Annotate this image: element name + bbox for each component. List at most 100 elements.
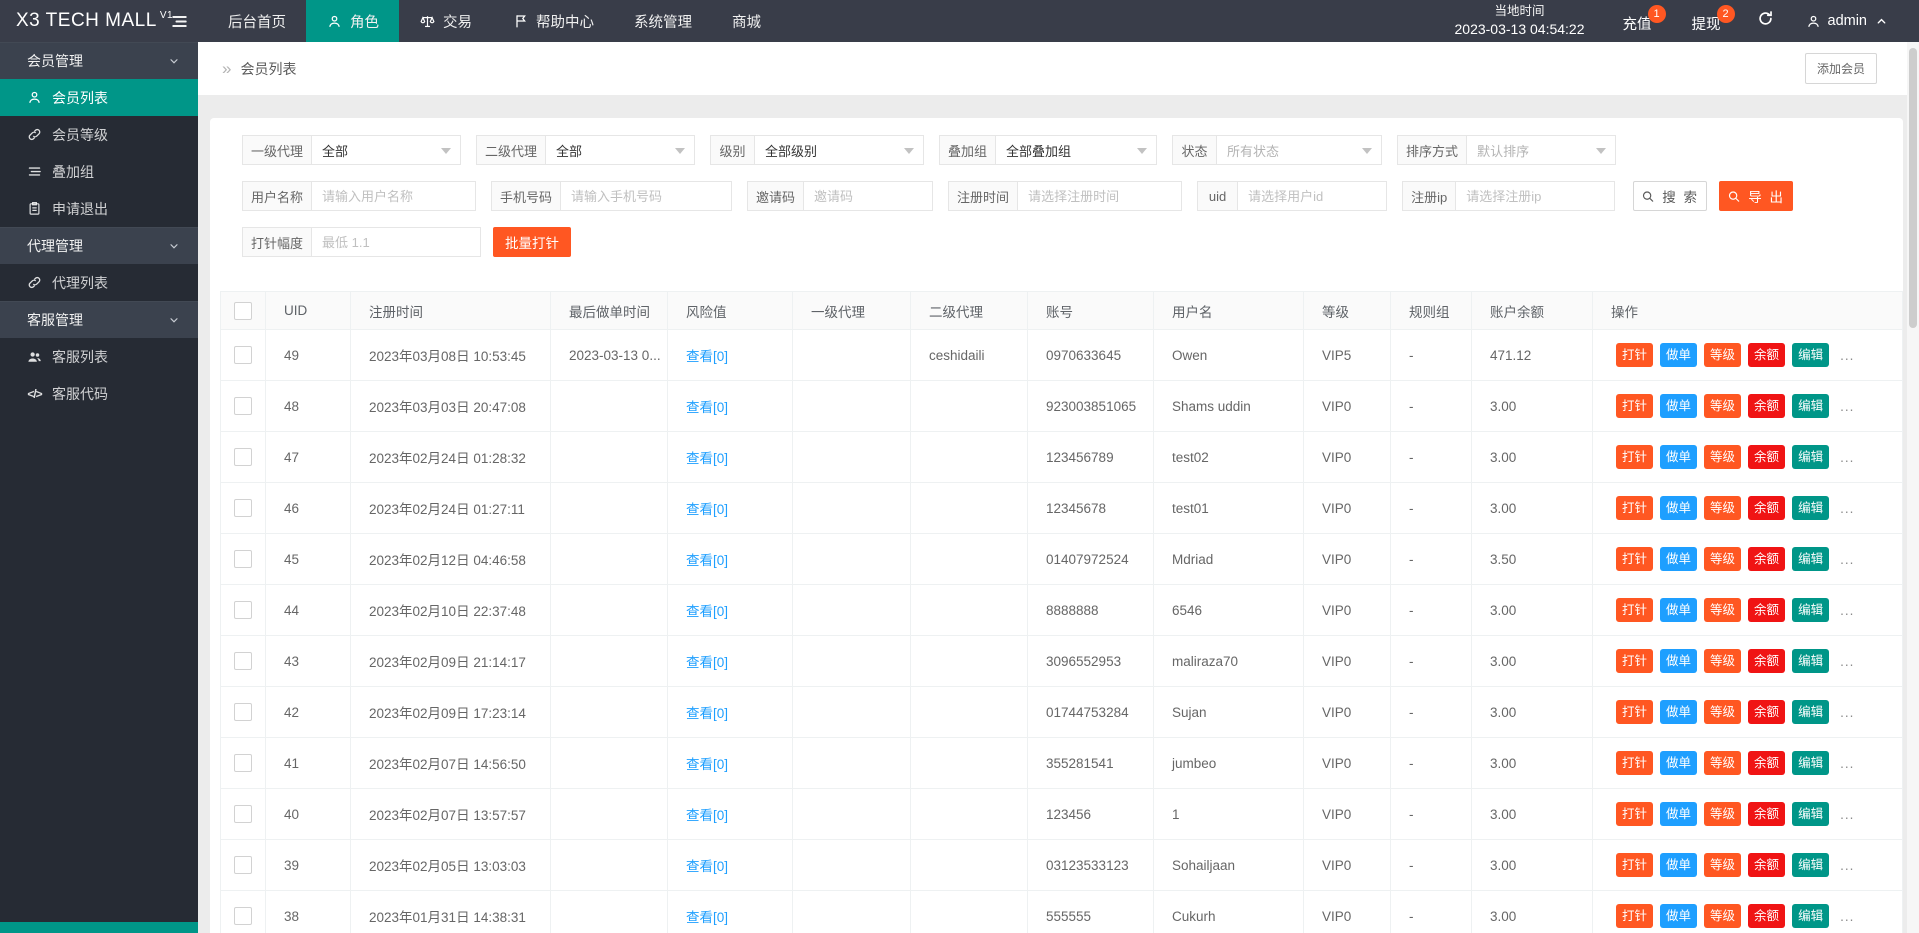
navbar-item[interactable]: 交易	[399, 0, 492, 42]
row-action-余额-button[interactable]: 余额	[1748, 750, 1786, 776]
row-action-余额-button[interactable]: 余额	[1748, 648, 1786, 674]
sidebar-item[interactable]: 会员列表	[0, 79, 198, 116]
view-risk-link[interactable]: 查看[0]	[686, 600, 728, 620]
navbar-item[interactable]: 商城	[712, 0, 781, 42]
filter-select[interactable]: 全部	[545, 135, 696, 165]
row-action-等级-button[interactable]: 等级	[1704, 342, 1742, 368]
row-action-编辑-button[interactable]: 编辑	[1792, 648, 1830, 674]
view-risk-link[interactable]: 查看[0]	[686, 396, 728, 416]
export-button[interactable]: 导 出	[1719, 181, 1794, 211]
sidebar-toggle-button[interactable]	[150, 0, 208, 42]
filter-input[interactable]	[803, 181, 934, 211]
row-action-余额-button[interactable]: 余额	[1748, 852, 1786, 878]
row-checkbox[interactable]	[234, 805, 252, 823]
sidebar-section-title[interactable]: 代理管理	[0, 227, 198, 264]
view-risk-link[interactable]: 查看[0]	[686, 906, 728, 926]
row-checkbox[interactable]	[234, 397, 252, 415]
filter-input[interactable]	[560, 181, 733, 211]
row-action-等级-button[interactable]: 等级	[1704, 495, 1742, 521]
sidebar-item[interactable]: 叠加组	[0, 153, 198, 190]
row-action-打针-button[interactable]: 打针	[1616, 801, 1654, 827]
row-checkbox[interactable]	[234, 499, 252, 517]
row-action-等级-button[interactable]: 等级	[1704, 393, 1742, 419]
filter-input[interactable]	[1017, 181, 1183, 211]
view-risk-link[interactable]: 查看[0]	[686, 753, 728, 773]
row-action-打针-button[interactable]: 打针	[1616, 495, 1654, 521]
row-action-打针-button[interactable]: 打针	[1616, 699, 1654, 725]
row-checkbox[interactable]	[234, 754, 252, 772]
row-action-打针-button[interactable]: 打针	[1616, 903, 1654, 929]
row-checkbox[interactable]	[234, 346, 252, 364]
row-action-等级-button[interactable]: 等级	[1704, 699, 1742, 725]
row-checkbox[interactable]	[234, 856, 252, 874]
filter-input[interactable]	[1455, 181, 1616, 211]
row-checkbox[interactable]	[234, 703, 252, 721]
filter-select[interactable]: 全部级别	[754, 135, 925, 165]
row-action-编辑-button[interactable]: 编辑	[1792, 852, 1830, 878]
view-risk-link[interactable]: 查看[0]	[686, 804, 728, 824]
row-action-余额-button[interactable]: 余额	[1748, 495, 1786, 521]
row-action-余额-button[interactable]: 余额	[1748, 342, 1786, 368]
filter-select[interactable]: 全部叠加组	[995, 135, 1158, 165]
row-more-button[interactable]: ...	[1840, 450, 1854, 465]
row-action-余额-button[interactable]: 余额	[1748, 597, 1786, 623]
row-action-打针-button[interactable]: 打针	[1616, 546, 1654, 572]
row-action-做单-button[interactable]: 做单	[1660, 750, 1698, 776]
row-action-打针-button[interactable]: 打针	[1616, 342, 1654, 368]
row-action-做单-button[interactable]: 做单	[1660, 648, 1698, 674]
view-risk-link[interactable]: 查看[0]	[686, 345, 728, 365]
navbar-item[interactable]: 后台首页	[208, 0, 306, 42]
row-action-打针-button[interactable]: 打针	[1616, 648, 1654, 674]
view-risk-link[interactable]: 查看[0]	[686, 447, 728, 467]
row-action-打针-button[interactable]: 打针	[1616, 393, 1654, 419]
row-action-编辑-button[interactable]: 编辑	[1792, 750, 1830, 776]
row-action-等级-button[interactable]: 等级	[1704, 648, 1742, 674]
navbar-item[interactable]: 系统管理	[614, 0, 712, 42]
row-action-做单-button[interactable]: 做单	[1660, 495, 1698, 521]
select-all-checkbox[interactable]	[234, 301, 252, 320]
add-member-button[interactable]: 添加会员	[1804, 53, 1877, 84]
row-action-等级-button[interactable]: 等级	[1704, 444, 1742, 470]
sidebar-item[interactable]: </> 客服代码	[0, 375, 198, 412]
refresh-button[interactable]	[1741, 10, 1790, 32]
row-action-余额-button[interactable]: 余额	[1748, 801, 1786, 827]
row-more-button[interactable]: ...	[1840, 909, 1854, 924]
sidebar-item[interactable]: 客服列表	[0, 338, 198, 375]
row-action-余额-button[interactable]: 余额	[1748, 393, 1786, 419]
row-action-等级-button[interactable]: 等级	[1704, 801, 1742, 827]
row-action-编辑-button[interactable]: 编辑	[1792, 546, 1830, 572]
row-more-button[interactable]: ...	[1840, 858, 1854, 873]
row-more-button[interactable]: ...	[1840, 603, 1854, 618]
row-action-编辑-button[interactable]: 编辑	[1792, 597, 1830, 623]
sidebar-section-title[interactable]: 客服管理	[0, 301, 198, 338]
row-action-做单-button[interactable]: 做单	[1660, 801, 1698, 827]
recharge-button[interactable]: 充值 1	[1603, 4, 1672, 34]
sidebar-item[interactable]: 会员等级	[0, 116, 198, 153]
scrollbar-thumb[interactable]	[1909, 48, 1917, 328]
withdraw-button[interactable]: 提现 2	[1672, 4, 1741, 34]
sidebar-item[interactable]: 代理列表	[0, 264, 198, 301]
row-action-做单-button[interactable]: 做单	[1660, 342, 1698, 368]
search-button[interactable]: 搜 索	[1633, 181, 1708, 211]
row-more-button[interactable]: ...	[1840, 705, 1854, 720]
row-action-编辑-button[interactable]: 编辑	[1792, 393, 1830, 419]
row-action-做单-button[interactable]: 做单	[1660, 393, 1698, 419]
row-more-button[interactable]: ...	[1840, 348, 1854, 363]
row-more-button[interactable]: ...	[1840, 807, 1854, 822]
row-action-做单-button[interactable]: 做单	[1660, 546, 1698, 572]
filter-select[interactable]: 全部	[311, 135, 462, 165]
row-action-等级-button[interactable]: 等级	[1704, 852, 1742, 878]
row-action-等级-button[interactable]: 等级	[1704, 546, 1742, 572]
row-more-button[interactable]: ...	[1840, 654, 1854, 669]
view-risk-link[interactable]: 查看[0]	[686, 651, 728, 671]
row-more-button[interactable]: ...	[1840, 501, 1854, 516]
view-risk-link[interactable]: 查看[0]	[686, 855, 728, 875]
row-action-编辑-button[interactable]: 编辑	[1792, 342, 1830, 368]
row-action-做单-button[interactable]: 做单	[1660, 852, 1698, 878]
row-action-余额-button[interactable]: 余额	[1748, 444, 1786, 470]
row-checkbox[interactable]	[234, 448, 252, 466]
row-action-编辑-button[interactable]: 编辑	[1792, 699, 1830, 725]
row-action-余额-button[interactable]: 余额	[1748, 546, 1786, 572]
view-risk-link[interactable]: 查看[0]	[686, 702, 728, 722]
row-action-等级-button[interactable]: 等级	[1704, 903, 1742, 929]
